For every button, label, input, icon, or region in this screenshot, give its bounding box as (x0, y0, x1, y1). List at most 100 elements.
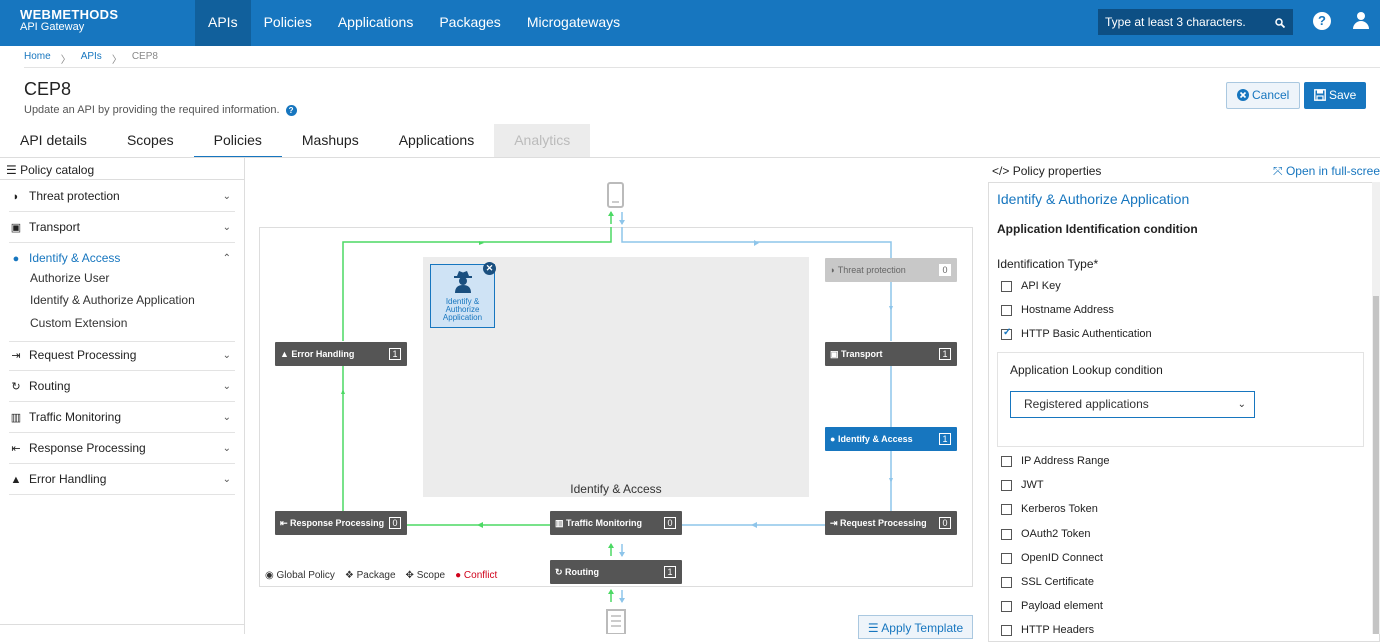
refresh-icon: ↻ (11, 381, 21, 393)
bar-chart-icon: ▥ (555, 518, 567, 528)
checkbox[interactable] (1001, 480, 1012, 491)
tab-applications[interactable]: Applications (379, 124, 495, 158)
checkbox[interactable] (1001, 504, 1012, 515)
remove-policy-icon[interactable]: ✕ (483, 262, 496, 275)
bar-chart-icon: ▥ (10, 412, 22, 424)
cancel-label: Cancel (1251, 88, 1290, 102)
stage-error-handling[interactable]: ▲ Error Handling 1 (275, 342, 407, 366)
category-routing[interactable]: ↻ Routing ⌄ (9, 372, 235, 402)
nav-apis[interactable]: APIs (195, 0, 251, 46)
stage-response-processing[interactable]: ⇤ Response Processing 0 (275, 511, 407, 535)
cancel-button[interactable]: Cancel (1226, 82, 1300, 109)
shield-icon: ◗ (12, 191, 20, 203)
legend-scope: ✥ Scope (405, 570, 446, 581)
api-tabs: API details Scopes Policies Mashups Appl… (0, 124, 591, 158)
search-icon[interactable] (1275, 9, 1286, 35)
stage-identify-access[interactable]: ● Identify & Access 1 (825, 427, 957, 451)
save-label: Save (1328, 88, 1357, 102)
category-label: Threat protection (29, 189, 120, 203)
breadcrumb: Home 〉 APIs 〉 CEP8 (24, 51, 158, 66)
breadcrumb-apis[interactable]: APIs (81, 51, 102, 66)
tab-scopes[interactable]: Scopes (107, 124, 194, 158)
tab-analytics: Analytics (494, 124, 591, 158)
checkbox[interactable] (1001, 456, 1012, 467)
category-error-handling[interactable]: ▲ Error Handling ⌄ (9, 465, 235, 495)
tab-policies[interactable]: Policies (193, 124, 282, 158)
category-request-processing[interactable]: ⇥ Request Processing ⌄ (9, 341, 235, 371)
sign-out-icon: ⇤ (280, 518, 291, 528)
checkbox-label: HTTP Basic Authentication (1021, 328, 1152, 340)
policy-card-identify-authorize-application[interactable]: ✕ Identify & Authorize Application (430, 262, 496, 328)
globe-icon: ◉ (265, 570, 274, 581)
legend-global-policy: ◉ Global Policy (265, 570, 335, 581)
menu-icon[interactable]: ☰ (6, 163, 17, 177)
stage-traffic-monitoring[interactable]: ▥ Traffic Monitoring 0 (550, 511, 682, 535)
server-icon (606, 609, 626, 634)
nav-applications[interactable]: Applications (325, 0, 427, 46)
expand-icon: ⤧ (1273, 164, 1283, 178)
apply-template-button[interactable]: ☰ Apply Template (858, 615, 973, 639)
help-circle-icon[interactable]: ? (285, 104, 297, 116)
user-icon[interactable] (1352, 12, 1370, 30)
divider (24, 67, 1380, 68)
canvas-legend: ◉ Global Policy ❖ Package ✥ Scope ● Conf… (265, 570, 497, 581)
category-transport[interactable]: ▣ Transport ⌄ (9, 213, 235, 243)
category-response-processing[interactable]: ⇤ Response Processing ⌄ (9, 434, 235, 464)
warning-icon: ▲ (280, 349, 292, 359)
category-label: Identify & Access (29, 251, 121, 265)
checkbox[interactable] (1001, 625, 1012, 636)
help-icon[interactable]: ? (1313, 12, 1331, 30)
save-button[interactable]: Save (1304, 82, 1366, 109)
breadcrumb-current: CEP8 (131, 51, 158, 62)
select-value: Registered applications (1024, 397, 1149, 411)
sign-in-icon: ⇥ (830, 518, 841, 528)
stage-transport[interactable]: ▣ Transport 1 (825, 342, 957, 366)
search-placeholder: Type at least 3 characters. (1105, 15, 1246, 29)
checkbox-checked[interactable]: ✓ (1001, 327, 1012, 340)
category-traffic-monitoring[interactable]: ▥ Traffic Monitoring ⌄ (9, 403, 235, 433)
subitem-authorize-user[interactable]: Authorize User (30, 271, 109, 285)
policy-catalog-panel: ☰ Policy catalog ◗ Threat protection ⌄ ▣ Tr… (0, 158, 245, 634)
subitem-custom-extension[interactable]: Custom Extension (30, 316, 127, 330)
stage-label: Threat protection (837, 265, 906, 275)
checkbox-label: Hostname Address (1021, 304, 1114, 316)
scrollbar-thumb[interactable] (1373, 296, 1379, 634)
stage-routing[interactable]: ↻ Routing 1 (550, 560, 682, 584)
subitem-identify-authorize-application[interactable]: Identify & Authorize Application (30, 293, 195, 307)
check-icon: ✓ (1003, 327, 1012, 338)
checkbox-label: HTTP Headers (1021, 624, 1095, 636)
nav-microgateways[interactable]: Microgateways (514, 0, 633, 46)
category-threat-protection[interactable]: ◗ Threat protection ⌄ (9, 182, 235, 212)
checkbox[interactable] (1001, 529, 1012, 540)
list-icon: ☰ (867, 621, 879, 635)
nav-policies[interactable]: Policies (251, 0, 325, 46)
brand-logo[interactable]: WEBMETHODS API Gateway (20, 8, 118, 33)
tab-api-details[interactable]: API details (0, 124, 107, 158)
stage-label: Request Processing (840, 518, 927, 528)
checkbox[interactable] (1001, 577, 1012, 588)
tab-mashups[interactable]: Mashups (282, 124, 379, 158)
page-title: CEP8 (24, 79, 72, 99)
checkbox[interactable] (1001, 305, 1012, 316)
breadcrumb-separator: 〉 (60, 55, 71, 66)
chevron-up-icon: ⌃ (222, 253, 231, 264)
checkbox[interactable] (1001, 553, 1012, 564)
checkbox[interactable] (1001, 281, 1012, 292)
spy-icon (454, 271, 472, 293)
top-bar: WEBMETHODS API Gateway APIs Policies App… (0, 0, 1380, 46)
category-label: Error Handling (29, 472, 107, 486)
spy-icon: ● (12, 253, 20, 265)
save-icon (1313, 89, 1326, 101)
subtitle-text: Update an API by providing the required … (24, 104, 280, 116)
search-input[interactable]: Type at least 3 characters. (1098, 9, 1293, 35)
nav-packages[interactable]: Packages (426, 0, 513, 46)
stage-threat-protection[interactable]: ◗ Threat protection 0 (825, 258, 957, 282)
checkbox-label: Kerberos Token (1021, 503, 1098, 515)
refresh-icon: ↻ (555, 567, 566, 577)
stage-request-processing[interactable]: ⇥ Request Processing 0 (825, 511, 957, 535)
breadcrumb-home[interactable]: Home (24, 51, 51, 66)
checkbox[interactable] (1001, 601, 1012, 612)
open-fullscreen-link[interactable]: ⤧ Open in full-screen (1273, 164, 1380, 179)
lookup-condition-title: Application Lookup condition (1010, 363, 1163, 377)
lookup-condition-select[interactable]: Registered applications ⌄ (1010, 391, 1255, 418)
